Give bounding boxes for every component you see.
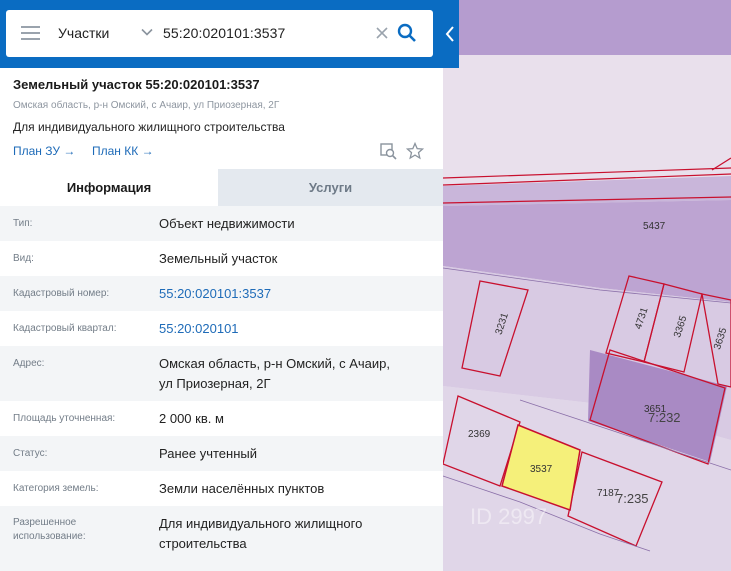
tab-bar: Информация Услуги <box>0 169 443 206</box>
parcel-address: Омская область, р-н Омский, с Ачаир, ул … <box>13 100 280 111</box>
map-label: 7:235 <box>616 491 649 506</box>
row-key: Вид: <box>13 253 34 264</box>
row-value: Земельный участок <box>159 251 278 266</box>
row-key: Разрешенное <box>13 517 77 528</box>
chevron-down-icon <box>141 28 153 36</box>
info-row-area: Площадь уточненная: 2 000 кв. м <box>0 401 443 436</box>
info-row-permitted-use: Разрешенное использование: Для индивидуа… <box>0 506 443 571</box>
close-icon[interactable] <box>374 25 390 41</box>
info-row-kind: Вид: Земельный участок <box>0 241 443 276</box>
tab-information[interactable]: Информация <box>0 169 218 206</box>
row-value: 2 000 кв. м <box>159 411 224 426</box>
plan-kk-link[interactable]: План КК → <box>92 144 154 158</box>
info-row-type: Тип: Объект недвижимости <box>0 206 443 241</box>
info-row-cadastral-block: Кадастровый квартал: 55:20:020101 <box>0 311 443 346</box>
collapse-panel-icon[interactable] <box>443 23 457 45</box>
info-row-status: Статус: Ранее учтенный <box>0 436 443 471</box>
row-key: Тип: <box>13 218 33 229</box>
parcel-purpose: Для индивидуального жилищного строительс… <box>13 120 285 134</box>
info-row-address: Адрес: Омская область, р-н Омский, с Ача… <box>0 346 443 401</box>
menu-icon[interactable] <box>21 26 40 40</box>
row-key: Категория земель: <box>13 483 99 494</box>
info-row-land-category: Категория земель: Земли населённых пункт… <box>0 471 443 506</box>
search-bar: Участки 55:20:020101:3537 <box>0 0 459 68</box>
map-label: 3537 <box>530 464 553 475</box>
watermark: ID 2997 <box>470 504 547 529</box>
row-key: Площадь уточненная: <box>13 413 116 424</box>
row-value: Ранее учтенный <box>159 446 257 461</box>
cadastral-number-link[interactable]: 55:20:020101:3537 <box>159 284 271 304</box>
object-type-select[interactable]: Участки <box>50 10 158 57</box>
row-value: Объект недвижимости <box>159 216 295 231</box>
plan-zu-link[interactable]: План ЗУ → <box>13 144 75 158</box>
row-value: Для индивидуального жилищного <box>159 516 363 531</box>
parcel-title: Земельный участок 55:20:020101:3537 <box>13 77 260 92</box>
object-type-label: Участки <box>58 25 110 41</box>
info-row-cadastral-number: Кадастровый номер: 55:20:020101:3537 <box>0 276 443 311</box>
map-label: 7:232 <box>648 410 681 425</box>
row-value: Земли населённых пунктов <box>159 481 325 496</box>
row-key: Статус: <box>13 448 48 459</box>
star-icon[interactable] <box>406 142 424 160</box>
map-label: 2369 <box>468 429 491 440</box>
row-key: Кадастровый номер: <box>13 288 110 299</box>
row-value-line2: ул Приозерная, 2Г <box>159 376 271 391</box>
search-input[interactable]: 55:20:020101:3537 <box>163 25 285 41</box>
search-box: Участки 55:20:020101:3537 <box>6 10 433 57</box>
row-value: Омская область, р-н Омский, с Ачаир, <box>159 356 390 371</box>
row-key: Кадастровый квартал: <box>13 323 117 334</box>
tab-services[interactable]: Услуги <box>218 169 443 206</box>
row-value-line2: строительства <box>159 536 247 551</box>
zoom-to-object-icon[interactable] <box>379 142 397 160</box>
cadastral-block-link[interactable]: 55:20:020101 <box>159 319 239 339</box>
row-key: Адрес: <box>13 358 45 369</box>
row-key-line2: использование: <box>13 531 86 542</box>
info-panel: Земельный участок 55:20:020101:3537 Омск… <box>0 68 443 571</box>
search-icon[interactable] <box>397 23 417 43</box>
map-label: 5437 <box>643 221 666 232</box>
